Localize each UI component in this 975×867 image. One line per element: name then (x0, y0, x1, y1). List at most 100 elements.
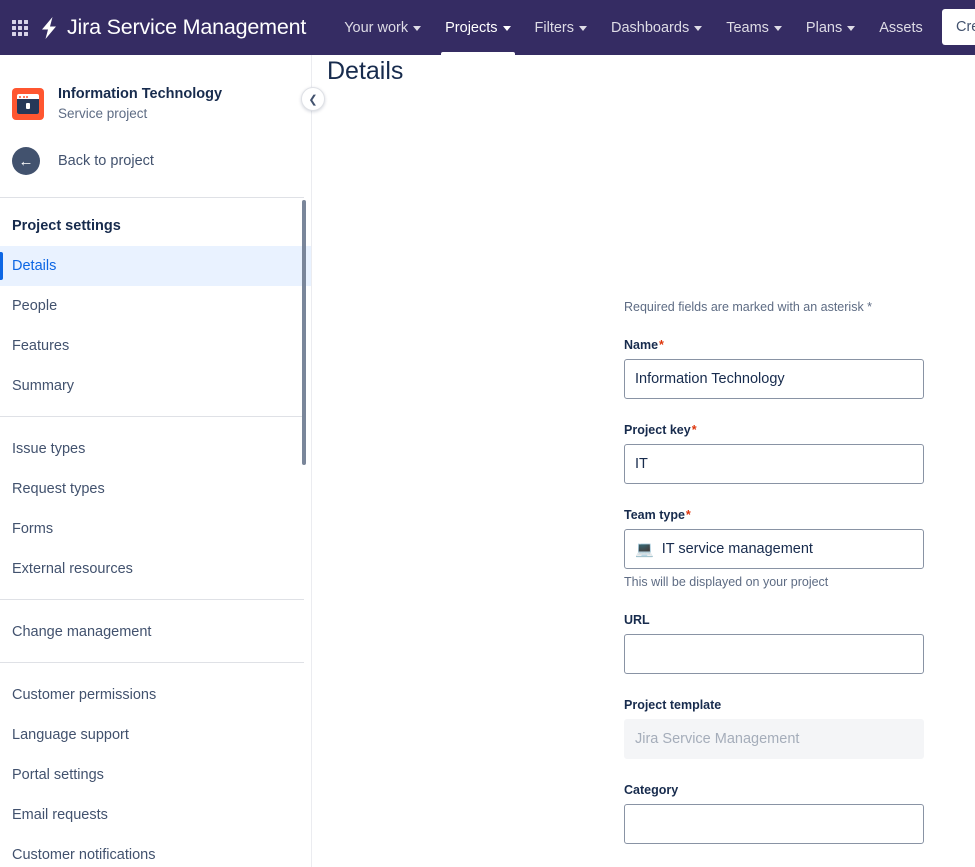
project-header[interactable]: Information Technology Service project (0, 55, 311, 123)
form-label-team-type: Team type* (624, 508, 691, 522)
sidebar-group-2: Issue types Request types Forms External… (0, 429, 311, 589)
sidebar-item-label: Change management (12, 624, 152, 640)
form-field-category: Category (624, 783, 924, 844)
project-details-form: Required fields are marked with an aster… (624, 300, 924, 844)
chevron-down-icon (773, 26, 782, 31)
project-name: Information Technology (58, 86, 223, 102)
form-field-project-template: Project template Jira Service Management (624, 698, 924, 759)
sidebar-item-change-management[interactable]: Change management (0, 612, 311, 652)
form-label-name: Name* (624, 338, 664, 352)
grid-9-dots-icon (12, 19, 28, 36)
sidebar-item-label: Customer permissions (12, 687, 157, 703)
nav-item-label: Teams (726, 19, 769, 36)
sidebar-item-summary[interactable]: Summary (0, 366, 311, 406)
nav-item-plans[interactable]: Plans (794, 0, 867, 55)
nav-item-teams[interactable]: Teams (714, 0, 794, 55)
category-select[interactable] (624, 804, 924, 844)
sidebar-item-label: Summary (12, 378, 75, 394)
form-field-name: Name* Information Technology (624, 338, 924, 399)
sidebar-divider (0, 416, 304, 417)
sidebar-item-label: Issue types (12, 441, 86, 457)
sidebar-item-issue-types[interactable]: Issue types (0, 429, 311, 469)
chevron-down-icon (579, 26, 588, 31)
app-switcher-button[interactable] (12, 12, 28, 44)
nav-item-label: Assets (879, 19, 923, 36)
nav-item-label: Filters (534, 19, 575, 36)
sidebar-item-customer-notifications[interactable]: Customer notifications (0, 835, 311, 867)
nav-item-filters[interactable]: Filters (523, 0, 599, 55)
required-asterisk: * (691, 423, 697, 437)
chevron-down-icon (694, 26, 703, 31)
sidebar-divider (0, 662, 304, 663)
brand-home-link[interactable]: Jira Service Management (38, 15, 306, 40)
sidebar-group-3: Change management (0, 612, 311, 652)
form-label-url: URL (624, 613, 650, 627)
form-field-url: URL (624, 613, 924, 674)
form-field-project-key: Project key* IT (624, 423, 924, 484)
team-type-help-text: This will be displayed on your project (624, 575, 829, 589)
sidebar-item-language-support[interactable]: Language support (0, 715, 311, 755)
team-type-value: IT service management (661, 541, 813, 557)
project-avatar-icon (12, 88, 44, 120)
nav-item-your-work[interactable]: Your work (332, 0, 433, 55)
nav-item-dashboards[interactable]: Dashboards (599, 0, 714, 55)
arrow-left-circle-icon: ← (12, 147, 40, 175)
nav-item-label: Dashboards (611, 19, 690, 36)
sidebar-item-customer-permissions[interactable]: Customer permissions (0, 675, 311, 715)
required-asterisk: * (659, 338, 664, 352)
laptop-icon: 💻 (635, 540, 654, 558)
sidebar-item-label: External resources (12, 561, 133, 577)
sidebar-item-label: Features (12, 338, 70, 354)
chevron-left-icon: ❮ (308, 93, 318, 106)
required-fields-note: Required fields are marked with an aster… (624, 300, 873, 314)
nav-item-projects[interactable]: Projects (433, 0, 522, 55)
project-settings-sidebar: Information Technology Service project ←… (0, 55, 312, 867)
chevron-down-icon (847, 26, 856, 31)
sidebar-item-label: Language support (12, 727, 129, 743)
sidebar-scrollbar-track[interactable] (301, 55, 309, 867)
required-asterisk: * (685, 508, 691, 522)
sidebar-item-email-requests[interactable]: Email requests (0, 795, 311, 835)
project-key-input[interactable]: IT (624, 444, 924, 484)
sidebar-item-label: Details (12, 258, 57, 274)
name-input-value: Information Technology (635, 371, 785, 387)
sidebar-item-details[interactable]: Details (0, 246, 311, 286)
chevron-down-icon (502, 26, 511, 31)
name-input[interactable]: Information Technology (624, 359, 924, 399)
url-input[interactable] (624, 634, 924, 674)
sidebar-scrollbar-thumb[interactable] (302, 200, 306, 465)
project-key-input-value: IT (635, 456, 648, 472)
sidebar-item-label: Customer notifications (12, 847, 156, 863)
back-to-project-link[interactable]: ← Back to project (0, 123, 311, 175)
primary-nav-items: Your work Projects Filters Dashboards Te… (332, 0, 975, 55)
sidebar-item-label: Forms (12, 521, 54, 537)
top-navigation-bar: Jira Service Management Your work Projec… (0, 0, 975, 55)
project-type: Service project (58, 106, 148, 122)
sidebar-item-label: Portal settings (12, 767, 104, 783)
sidebar-item-request-types[interactable]: Request types (0, 469, 311, 509)
team-type-select[interactable]: 💻 IT service management (624, 529, 924, 569)
sidebar-group-1: Details People Features Summary (0, 246, 311, 406)
project-template-value: Jira Service Management (635, 731, 800, 747)
back-to-project-label: Back to project (58, 153, 154, 169)
create-button[interactable]: Create (942, 9, 975, 45)
form-label-category: Category (624, 783, 679, 797)
form-field-team-type: Team type* 💻 IT service management This … (624, 508, 924, 589)
sidebar-group-4: Customer permissions Language support Po… (0, 675, 311, 867)
sidebar-item-external-resources[interactable]: External resources (0, 549, 311, 589)
brand-title: Jira Service Management (67, 15, 307, 39)
chevron-down-icon (413, 26, 422, 31)
sidebar-item-features[interactable]: Features (0, 326, 311, 366)
sidebar-item-portal-settings[interactable]: Portal settings (0, 755, 311, 795)
sidebar-item-label: Request types (12, 481, 105, 497)
sidebar-heading: Project settings (12, 218, 121, 234)
sidebar-item-forms[interactable]: Forms (0, 509, 311, 549)
nav-item-assets[interactable]: Assets (867, 0, 935, 55)
collapse-sidebar-button[interactable]: ❮ (301, 87, 325, 111)
nav-item-label: Your work (344, 19, 409, 36)
form-label-project-key: Project key* (624, 423, 697, 437)
page-title: Details (327, 57, 404, 85)
sidebar-item-label: People (12, 298, 58, 314)
sidebar-item-people[interactable]: People (0, 286, 311, 326)
jira-bolt-icon (38, 16, 60, 40)
